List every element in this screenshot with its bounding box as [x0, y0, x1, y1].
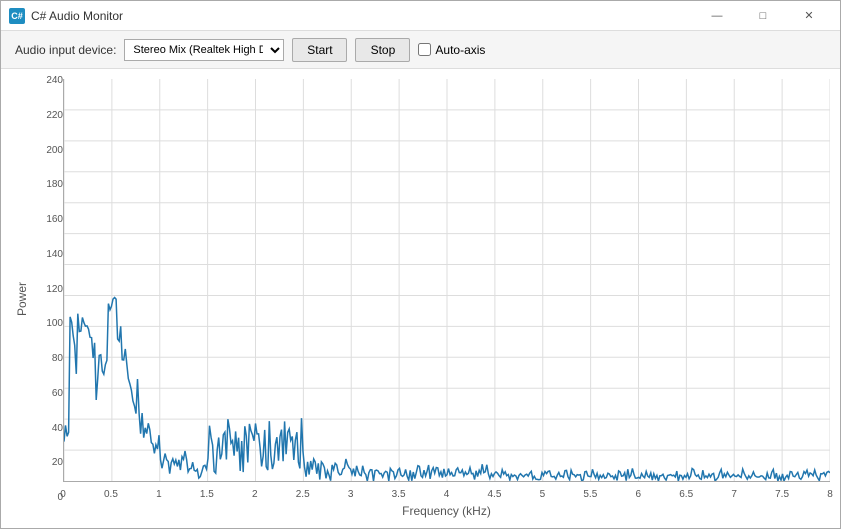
- window-controls: — □ ✕: [694, 1, 832, 31]
- chart-plot: [63, 79, 830, 482]
- stop-button[interactable]: Stop: [355, 38, 410, 62]
- x-tick: 5.5: [583, 489, 597, 500]
- chart-area: 0 0.5 1 1.5 2 2.5 3 3.5 4 4.5 5 5.5 6 6.5 7 7.5 8 Freque…: [63, 79, 830, 518]
- chart-container: Power 020406080100120140160180200220240 …: [1, 69, 840, 528]
- x-tick: 7: [731, 489, 737, 500]
- x-tick: 2: [252, 489, 258, 500]
- x-tick: 6.5: [679, 489, 693, 500]
- auto-axis-label[interactable]: Auto-axis: [418, 43, 485, 57]
- toolbar: Audio input device: Stereo Mix (Realtek …: [1, 31, 840, 69]
- x-axis-label: Frequency (kHz): [63, 504, 830, 518]
- x-tick: 6: [635, 489, 641, 500]
- chart-inner: Power 020406080100120140160180200220240 …: [11, 79, 830, 518]
- x-tick: 3: [348, 489, 354, 500]
- x-tick: 1.5: [200, 489, 214, 500]
- y-axis-label: Power: [15, 281, 29, 315]
- x-tick: 0.5: [104, 489, 118, 500]
- x-tick: 4: [444, 489, 450, 500]
- device-label: Audio input device:: [15, 43, 116, 57]
- app-icon: C#: [9, 8, 25, 24]
- x-tick: 4.5: [487, 489, 501, 500]
- maximize-button[interactable]: □: [740, 1, 786, 31]
- signal-line: [64, 79, 830, 481]
- auto-axis-checkbox[interactable]: [418, 43, 431, 56]
- minimize-button[interactable]: —: [694, 1, 740, 31]
- x-tick: 1: [156, 489, 162, 500]
- y-axis-label-container: Power: [11, 79, 33, 518]
- x-tick: 2.5: [296, 489, 310, 500]
- x-tick: 3.5: [392, 489, 406, 500]
- x-axis-ticks: 0 0.5 1 1.5 2 2.5 3 3.5 4 4.5 5 5.5 6 6.5 7 7.5 8: [63, 482, 830, 502]
- y-axis-ticks: 020406080100120140160180200220240: [33, 79, 63, 518]
- title-bar: C# C# Audio Monitor — □ ✕: [1, 1, 840, 31]
- x-tick: 5: [540, 489, 546, 500]
- x-tick: 7.5: [775, 489, 789, 500]
- app-window: C# C# Audio Monitor — □ ✕ Audio input de…: [0, 0, 841, 529]
- audio-device-select[interactable]: Stereo Mix (Realtek High Defi: [124, 39, 284, 61]
- close-button[interactable]: ✕: [786, 1, 832, 31]
- start-button[interactable]: Start: [292, 38, 347, 62]
- title-bar-left: C# C# Audio Monitor: [9, 8, 123, 24]
- x-tick: 0: [60, 489, 66, 500]
- window-title: C# Audio Monitor: [31, 9, 123, 23]
- x-tick: 8: [827, 489, 833, 500]
